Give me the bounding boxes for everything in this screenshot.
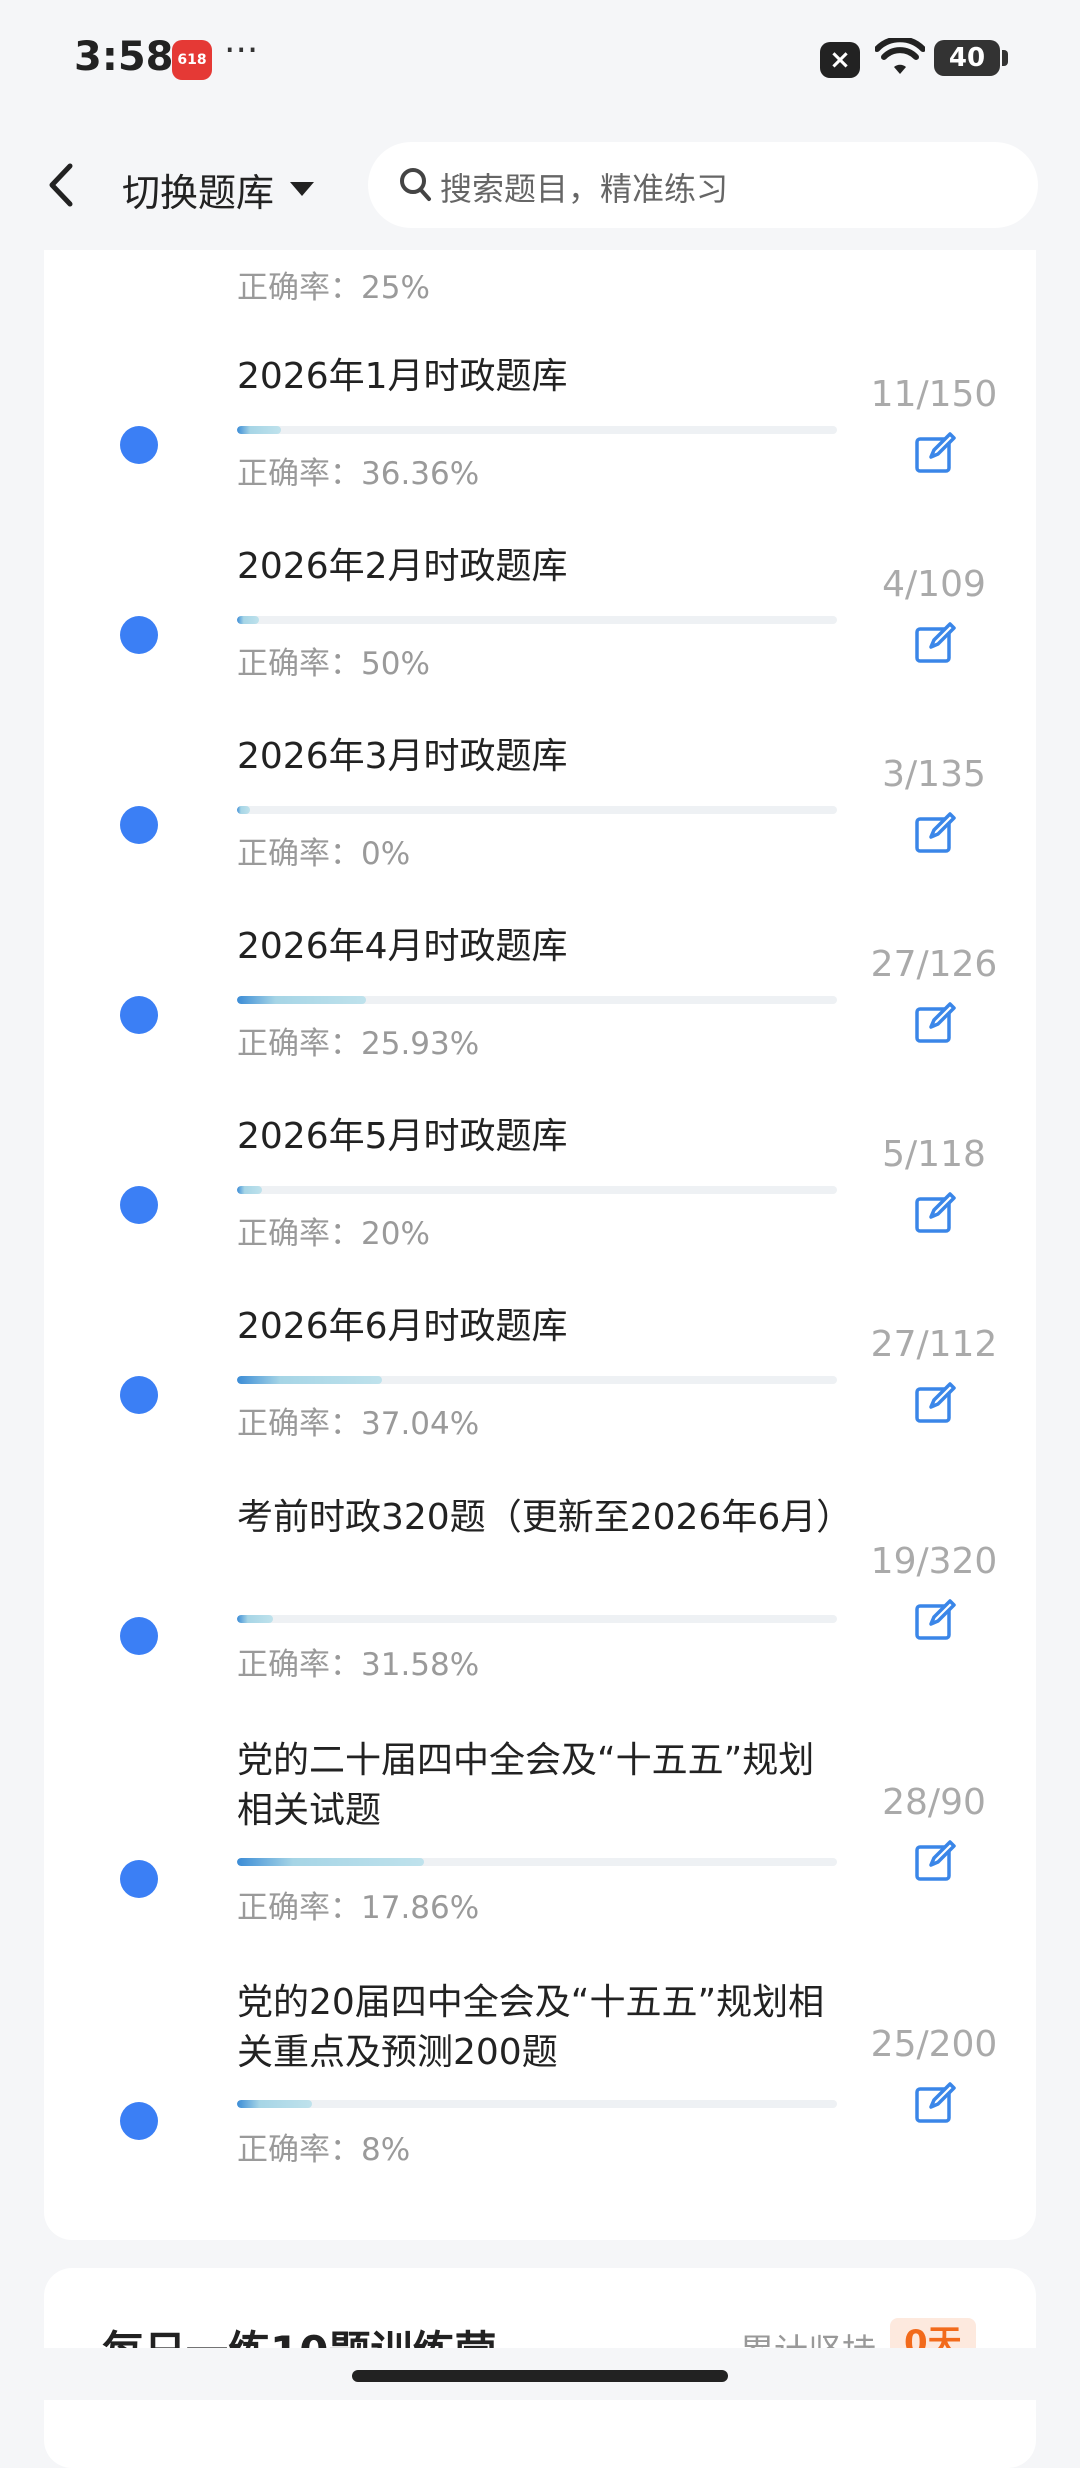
progress-bar <box>237 616 837 624</box>
item-count: 5/118 <box>882 1134 986 1175</box>
item-accuracy: 正确率：31.58% <box>237 1647 480 1683</box>
progress-bar <box>237 996 837 1004</box>
status-dot <box>120 426 158 464</box>
item-count: 3/135 <box>882 754 986 795</box>
progress-fill <box>237 616 260 624</box>
item-accuracy: 正确率：37.04% <box>237 1406 480 1442</box>
status-dot <box>120 1186 158 1224</box>
search-placeholder: 搜索题目，精准练习 <box>440 170 729 208</box>
item-title: 党的20届四中全会及“十五五”规划相关重点及预测200题 <box>237 1982 825 2073</box>
item-count: 27/112 <box>870 1324 998 1365</box>
item-accuracy: 正确率：36.36% <box>237 456 480 492</box>
question-bank-list: 正确率：25% 2026年1月时政题库 正确率：36.36% 11/150 20… <box>44 200 1036 2240</box>
item-accuracy: 正确率：20% <box>237 1216 430 1252</box>
status-dot <box>120 1617 158 1655</box>
edit-icon[interactable] <box>914 432 956 474</box>
status-dot <box>120 1860 158 1898</box>
edit-icon[interactable] <box>914 1382 956 1424</box>
item-title: 党的二十届四中全会及“十五五”规划相关试题 <box>237 1740 815 1831</box>
progress-fill <box>237 426 281 434</box>
battery-icon: 40 <box>934 40 1008 76</box>
item-count: 4/109 <box>882 564 986 605</box>
status-dot <box>120 1376 158 1414</box>
edit-icon[interactable] <box>914 2082 956 2124</box>
search-input[interactable]: 搜索题目，精准练习 <box>368 142 1038 228</box>
item-count: 27/126 <box>870 944 998 985</box>
item-title: 2026年1月时政题库 <box>237 356 568 397</box>
edit-icon[interactable] <box>914 1002 956 1044</box>
item-title: 2026年6月时政题库 <box>237 1306 568 1347</box>
item-accuracy: 正确率：17.86% <box>237 1890 480 1926</box>
item-title: 考前时政320题（更新至2026年6月） <box>237 1497 853 1538</box>
app-notification-icon: 618 <box>172 40 212 80</box>
progress-fill <box>237 1186 263 1194</box>
progress-bar <box>237 426 837 434</box>
item-count: 19/320 <box>870 1541 998 1582</box>
progress-bar <box>237 1858 837 1866</box>
item-title: 2026年4月时政题库 <box>237 926 568 967</box>
progress-bar <box>237 1376 837 1384</box>
progress-fill <box>237 996 366 1004</box>
status-dot <box>120 806 158 844</box>
more-notifications-icon: ··· <box>224 30 259 71</box>
item-title: 2026年2月时政题库 <box>237 546 568 587</box>
progress-fill <box>237 806 251 814</box>
home-indicator[interactable] <box>352 2370 728 2382</box>
top-bar: 切换题库 搜索题目，精准练习 <box>0 120 1080 250</box>
status-time: 3:58 <box>74 34 174 80</box>
progress-fill <box>237 1376 382 1384</box>
progress-bar <box>237 1186 837 1194</box>
item-accuracy: 正确率：0% <box>237 836 411 872</box>
switch-bank-button[interactable]: 切换题库 <box>122 162 274 217</box>
status-bar: 3:58 618 ··· × 40 <box>0 0 1080 120</box>
search-icon <box>400 168 431 201</box>
progress-bar <box>237 2100 837 2108</box>
wifi-icon <box>875 38 925 74</box>
edit-icon[interactable] <box>914 1840 956 1882</box>
item-count: 11/150 <box>870 374 998 415</box>
back-arrow-icon[interactable] <box>44 160 80 210</box>
item-count: 25/200 <box>870 2024 998 2065</box>
status-dot <box>120 616 158 654</box>
progress-fill <box>237 1858 424 1866</box>
progress-bar <box>237 1615 837 1623</box>
edit-icon[interactable] <box>914 1599 956 1641</box>
status-dot <box>120 996 158 1034</box>
close-box-icon: × <box>820 42 860 78</box>
item-accuracy: 正确率：8% <box>237 2132 411 2168</box>
item-title: 2026年5月时政题库 <box>237 1116 568 1157</box>
caret-down-icon[interactable] <box>290 182 314 196</box>
item-title: 2026年3月时政题库 <box>237 736 568 777</box>
progress-fill <box>237 2100 312 2108</box>
status-dot <box>120 2102 158 2140</box>
partial-accuracy: 正确率：25% <box>237 270 430 306</box>
item-count: 28/90 <box>882 1782 986 1823</box>
progress-bar <box>237 806 837 814</box>
progress-fill <box>237 1615 273 1623</box>
edit-icon[interactable] <box>914 812 956 854</box>
edit-icon[interactable] <box>914 1192 956 1234</box>
edit-icon[interactable] <box>914 622 956 664</box>
item-accuracy: 正确率：50% <box>237 646 430 682</box>
item-accuracy: 正确率：25.93% <box>237 1026 480 1062</box>
